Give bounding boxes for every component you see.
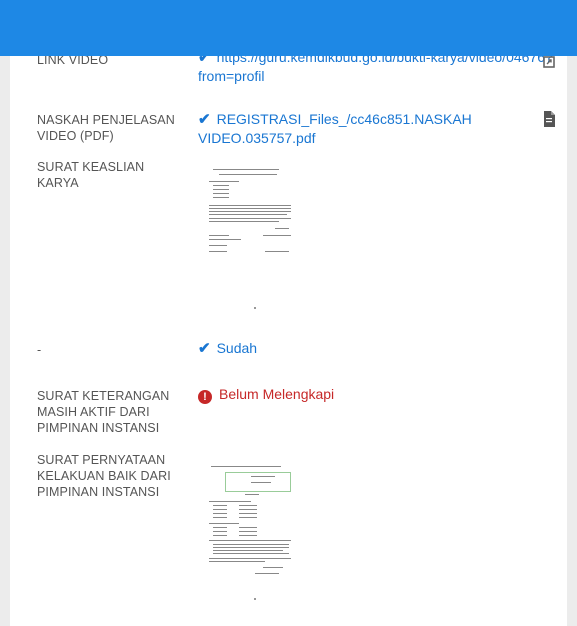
row-status-sudah: - ✔ Sudah xyxy=(10,338,567,368)
row-surat-keterangan: SURAT KETERANGAN MASIH AKTIF DARI PIMPIN… xyxy=(10,384,567,439)
label-dash: - xyxy=(37,343,42,357)
naskah-value[interactable]: ✔ REGISTRASI_Files_/cc46c851.NASKAH VIDEO… xyxy=(198,110,567,148)
label-surat-pernyataan: SURAT PERNYATAAN KELAKUAN BAIK DARI PIMP… xyxy=(37,453,171,499)
check-icon: ✔ xyxy=(198,340,211,357)
label-naskah: NASKAH PENJELASAN VIDEO (PDF) xyxy=(37,113,175,143)
content-card: LINK VIDEO ✔ https://guru.kemdikbud.go.id… xyxy=(10,0,567,626)
surat-pernyataan-thumbnail[interactable] xyxy=(205,464,295,576)
link-video-url-line2[interactable]: from=profil xyxy=(198,68,265,84)
status-sudah-text: Sudah xyxy=(216,340,258,356)
row-surat-keaslian: SURAT KEASLIAN KARYA xyxy=(10,155,567,320)
naskah-file-link[interactable]: REGISTRASI_Files_/cc46c851.NASKAH VIDEO.… xyxy=(198,111,472,146)
row-naskah: NASKAH PENJELASAN VIDEO (PDF) ✔ REGISTRAS… xyxy=(10,100,567,150)
thumbnail-marker xyxy=(254,307,256,309)
surat-keaslian-thumbnail[interactable] xyxy=(205,165,295,253)
file-icon[interactable] xyxy=(543,111,555,127)
alert-icon: ! xyxy=(198,390,212,404)
status-sudah: ✔ Sudah xyxy=(198,339,257,358)
right-gutter xyxy=(567,0,577,626)
status-belum: ! Belum Melengkapi xyxy=(198,385,334,404)
left-gutter xyxy=(0,0,10,626)
row-surat-pernyataan: SURAT PERNYATAAN KELAKUAN BAIK DARI PIMP… xyxy=(10,452,567,626)
label-surat-keaslian: SURAT KEASLIAN KARYA xyxy=(37,160,145,190)
status-belum-text: Belum Melengkapi xyxy=(219,386,335,402)
top-app-bar xyxy=(0,0,577,56)
label-surat-keterangan: SURAT KETERANGAN MASIH AKTIF DARI PIMPIN… xyxy=(37,389,170,435)
open-external-icon[interactable] xyxy=(543,54,555,70)
check-icon: ✔ xyxy=(198,111,211,128)
thumbnail-marker xyxy=(254,598,256,600)
